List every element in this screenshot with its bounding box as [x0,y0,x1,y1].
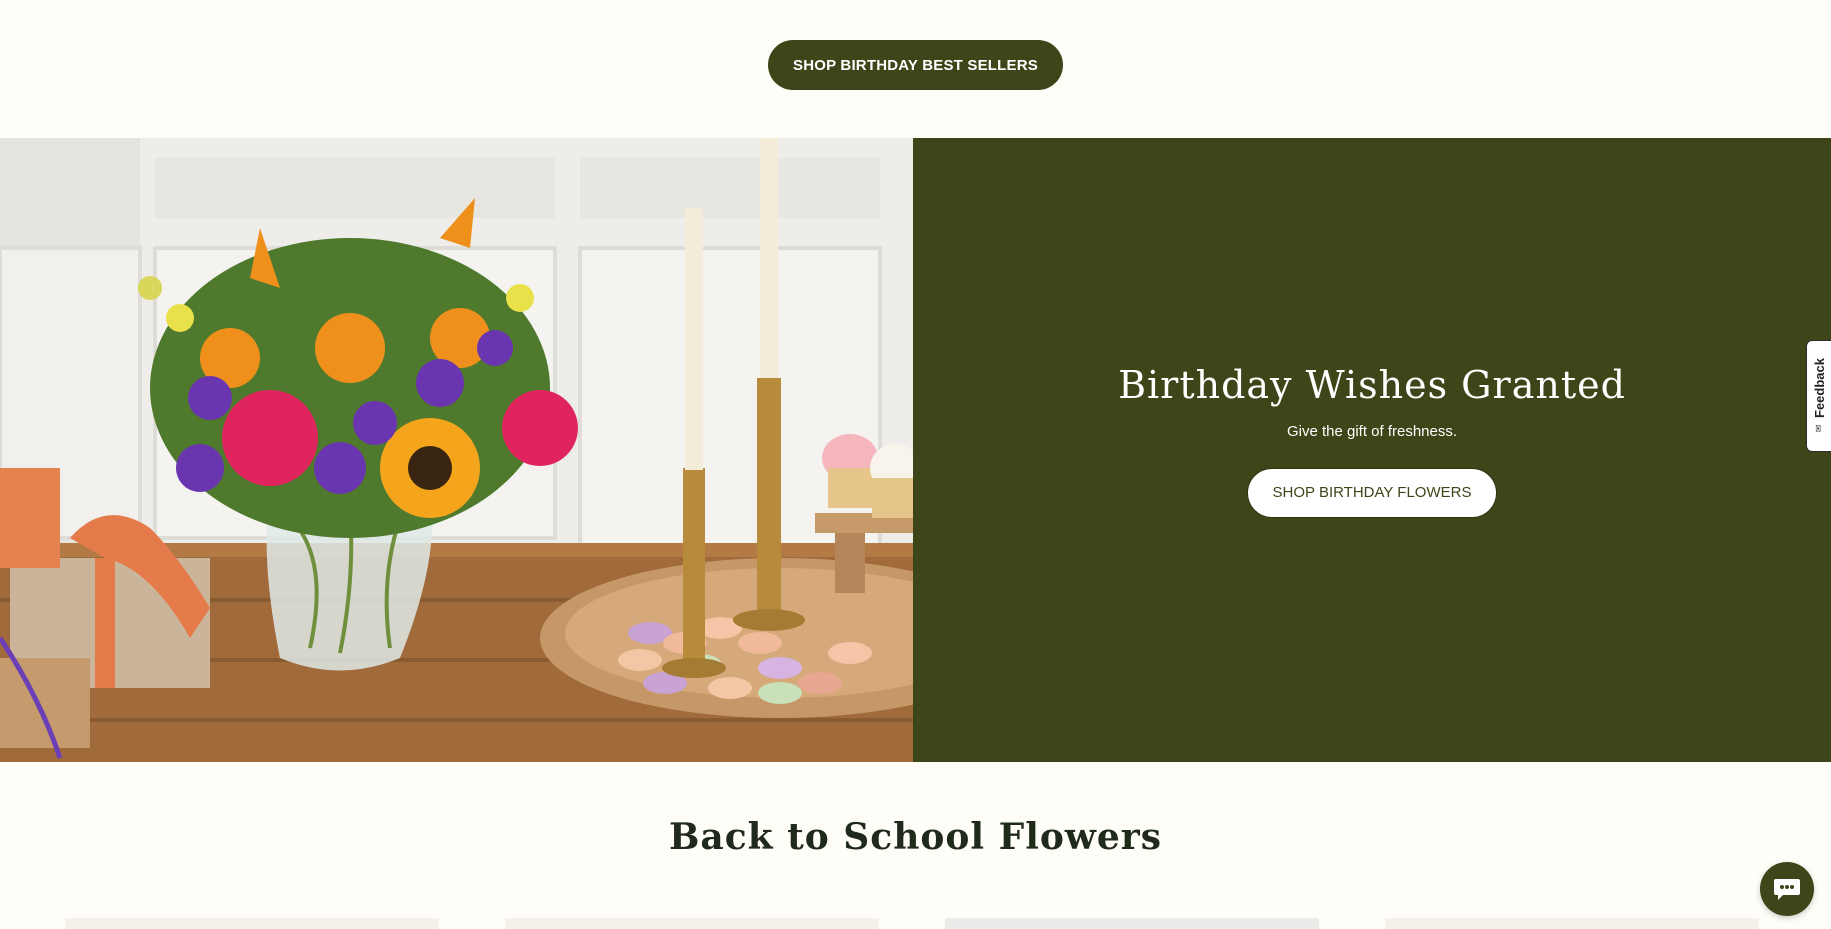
feedback-tab[interactable]: Feedback ✉ [1806,340,1831,452]
product-card[interactable] [65,918,439,929]
chat-bubble-icon [1774,879,1800,900]
shop-birthday-best-sellers-button[interactable]: SHOP BIRTHDAY BEST SELLERS [768,40,1063,90]
bouquet-photo-illustration [0,138,913,762]
hero-text-panel: Birthday Wishes Granted Give the gift of… [913,138,1831,762]
product-card[interactable] [505,918,879,929]
product-card[interactable] [945,918,1319,929]
shop-birthday-flowers-button[interactable]: SHOP BIRTHDAY FLOWERS [1246,467,1498,518]
product-card[interactable] [1385,918,1759,929]
birthday-hero: Birthday Wishes Granted Give the gift of… [0,138,1831,762]
feedback-label: Feedback [1811,357,1827,418]
hero-subtitle: Give the gift of freshness. [1286,422,1458,440]
chat-button[interactable] [1760,862,1814,916]
birthday-bouquet-image [0,138,913,762]
product-cards-row [0,918,1831,929]
section-title: Back to School Flowers [668,816,1163,858]
top-cta-area: SHOP BIRTHDAY BEST SELLERS [0,0,1831,138]
feedback-icon: ✉ [1813,425,1824,433]
hero-title: Birthday Wishes Granted [1118,362,1626,407]
